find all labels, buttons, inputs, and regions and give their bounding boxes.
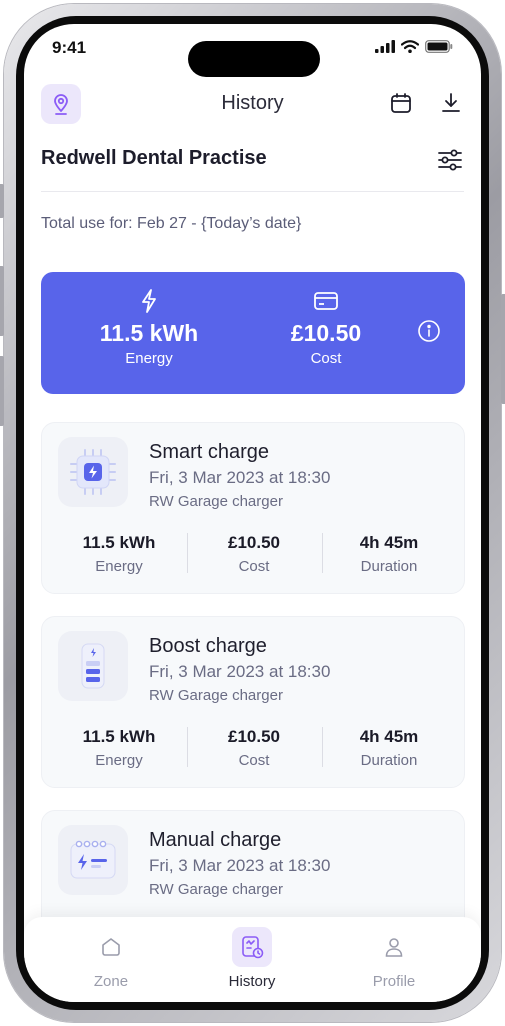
info-button[interactable]: [417, 319, 441, 343]
site-name: Redwell Dental Practise: [41, 147, 267, 169]
info-icon: [418, 320, 440, 342]
session-duration-value: 4h 45m: [359, 727, 419, 746]
smart-charge-chip-icon: [58, 437, 128, 507]
session-cost: £10.50 Cost: [184, 727, 324, 769]
manual-charge-calendar-icon: [58, 825, 128, 895]
session-title: Boost charge: [149, 635, 267, 657]
session-duration: 4h 45m Duration: [319, 533, 459, 575]
side-button-volume-down: [0, 356, 4, 426]
session-duration-value: 4h 45m: [359, 533, 419, 552]
session-date: Fri, 3 Mar 2023 at 18:30: [149, 856, 331, 875]
session-card-boost[interactable]: Boost charge Fri, 3 Mar 2023 at 18:30 RW…: [41, 616, 465, 788]
side-button-silent: [0, 184, 4, 218]
download-icon: [442, 93, 460, 112]
session-energy-value: 11.5 kWh: [82, 533, 156, 552]
session-duration-label: Duration: [360, 752, 418, 769]
bottom-tab-bar: Zone History Profile: [24, 917, 481, 1002]
session-energy-label: Energy: [95, 558, 143, 575]
home-icon: [91, 927, 131, 967]
session-charger: RW Garage charger: [149, 493, 283, 510]
history-icon: [232, 927, 272, 967]
session-cost-value: £10.50: [228, 533, 280, 552]
tab-profile[interactable]: Profile: [344, 927, 444, 990]
session-cost-label: Cost: [238, 752, 270, 769]
session-energy: 11.5 kWh Energy: [49, 727, 189, 769]
side-button-volume-up: [0, 266, 4, 336]
dynamic-island: [188, 41, 320, 77]
card-payment-icon: [251, 288, 401, 314]
calendar-button[interactable]: [388, 90, 414, 116]
session-duration: 4h 45m Duration: [319, 727, 459, 769]
session-title: Smart charge: [149, 441, 270, 463]
site-row: Redwell Dental Practise: [41, 144, 464, 178]
session-charger: RW Garage charger: [149, 881, 283, 898]
download-button[interactable]: [438, 90, 464, 116]
summary-cost-value: £10.50: [290, 320, 362, 346]
session-title: Manual charge: [149, 829, 282, 851]
tab-history-label: History: [228, 973, 276, 990]
total-use-range: Total use for: Feb 27 - {Today’s date}: [41, 215, 302, 232]
session-cost-value: £10.50: [228, 727, 280, 746]
wifi-icon: [401, 40, 419, 53]
session-date: Fri, 3 Mar 2023 at 18:30: [149, 468, 331, 487]
calendar-icon: [391, 93, 411, 113]
tab-zone[interactable]: Zone: [61, 927, 161, 990]
session-cost: £10.50 Cost: [184, 533, 324, 575]
summary-energy: 11.5 kWh Energy: [74, 288, 224, 367]
session-charger: RW Garage charger: [149, 687, 283, 704]
battery-icon: [425, 40, 453, 53]
boost-charge-battery-icon: [58, 631, 128, 701]
summary-energy-value: 11.5 kWh: [99, 320, 199, 346]
app-header: History: [24, 82, 481, 128]
tab-zone-label: Zone: [93, 973, 129, 990]
signal-icon: [375, 40, 395, 53]
app-screen: 9:41 History Redwell Dental Practise Tot…: [24, 24, 481, 1002]
tab-history[interactable]: History: [202, 927, 302, 990]
session-card-smart[interactable]: Smart charge Fri, 3 Mar 2023 at 18:30 RW…: [41, 422, 465, 594]
session-date: Fri, 3 Mar 2023 at 18:30: [149, 662, 331, 681]
session-cost-label: Cost: [238, 558, 270, 575]
summary-card: 11.5 kWh Energy £10.50 Cost: [41, 272, 465, 394]
status-time: 9:41: [52, 38, 87, 57]
profile-icon: [374, 927, 414, 967]
status-icons: [375, 40, 453, 53]
lightning-icon: [74, 288, 224, 314]
session-energy-label: Energy: [95, 752, 143, 769]
tab-profile-label: Profile: [372, 973, 416, 990]
summary-cost: £10.50 Cost: [251, 288, 401, 367]
filter-sliders-icon: [438, 149, 462, 171]
summary-cost-label: Cost: [310, 350, 342, 367]
session-energy: 11.5 kWh Energy: [49, 533, 189, 575]
session-duration-label: Duration: [360, 558, 418, 575]
divider: [41, 191, 464, 192]
filter-button[interactable]: [436, 146, 464, 174]
side-button-power: [501, 294, 505, 404]
session-energy-value: 11.5 kWh: [82, 727, 156, 746]
summary-energy-label: Energy: [125, 350, 173, 367]
